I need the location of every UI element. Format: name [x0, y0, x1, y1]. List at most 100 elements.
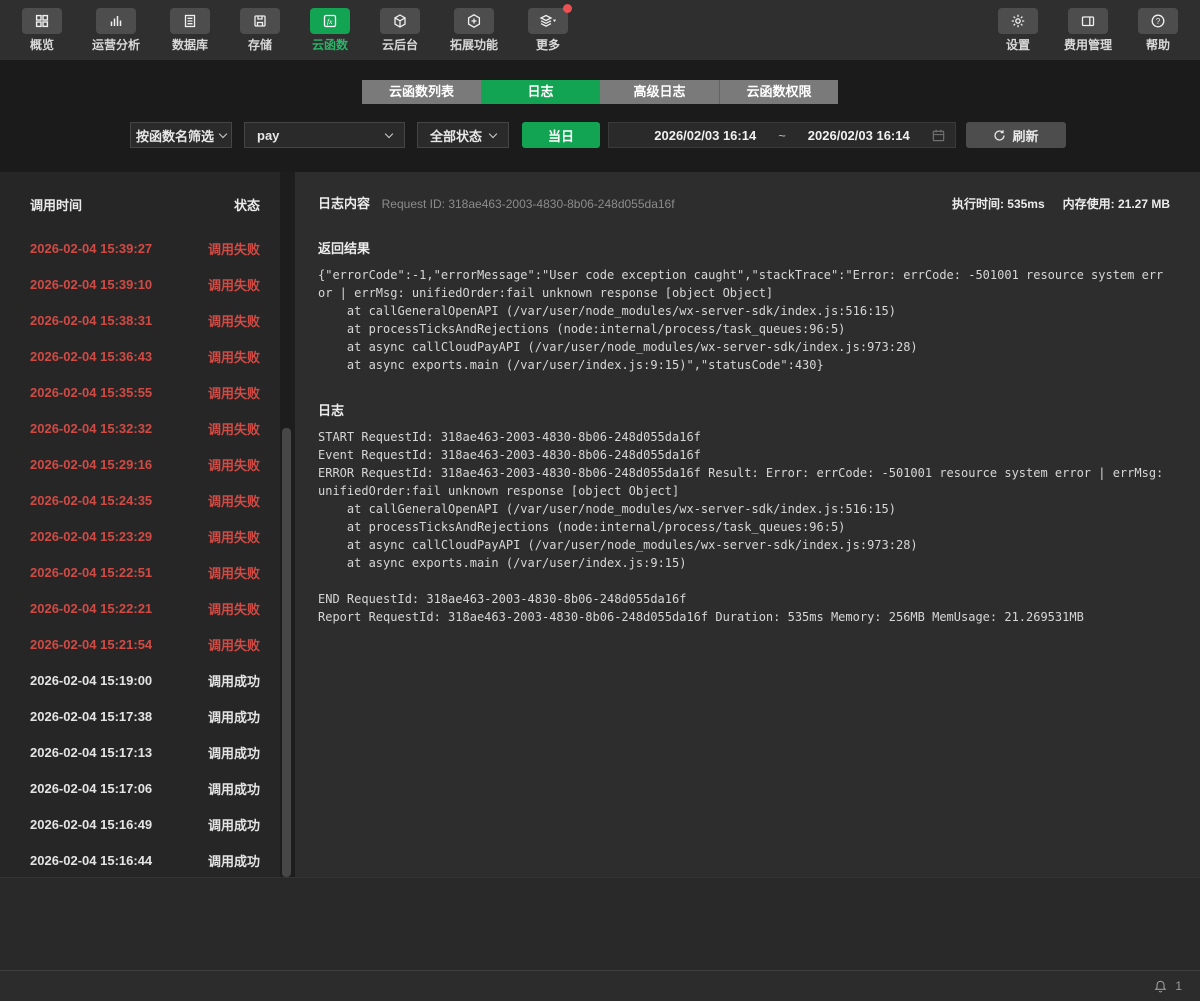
notification-count: 1 [1175, 979, 1182, 993]
bottom-strip [0, 877, 1200, 970]
memory-usage: 内存使用: 21.27 MB [1062, 197, 1170, 211]
call-log-row[interactable]: 2026-02-04 15:24:35 调用失败 [0, 482, 280, 518]
call-log-row[interactable]: 2026-02-04 15:39:27 调用失败 [0, 230, 280, 266]
call-log-row[interactable]: 2026-02-04 15:23:29 调用失败 [0, 518, 280, 554]
nav-item-analysis[interactable]: 运营分析 [92, 8, 140, 52]
nav-label: 存储 [248, 38, 273, 52]
call-time: 2026-02-04 15:16:44 [30, 852, 153, 868]
nav-item-overview[interactable]: 概览 [22, 8, 62, 52]
nav-item-settings[interactable]: 设置 [997, 8, 1038, 52]
chevron-down-icon [488, 129, 498, 138]
call-time: 2026-02-04 15:24:35 [30, 492, 153, 508]
log-section: 日志 START RequestId: 318ae463-2003-4830-8… [318, 400, 1170, 626]
top-nav-right: 设置 费用管理 ? 帮助 [997, 8, 1178, 52]
call-log-row[interactable]: 2026-02-04 15:32:32 调用失败 [0, 410, 280, 446]
nav-label: 费用管理 [1063, 38, 1112, 52]
cube-icon [380, 8, 421, 34]
call-log-row[interactable]: 2026-02-04 15:36:43 调用失败 [0, 338, 280, 374]
nav-item-storage[interactable]: 存储 [240, 8, 281, 52]
svg-text:fx: fx [327, 17, 333, 26]
call-list: 2026-02-04 15:39:27 调用失败 2026-02-04 15:39:… [0, 230, 280, 877]
call-log-row[interactable]: 2026-02-04 15:39:10 调用失败 [0, 266, 280, 302]
filter-type-dropdown[interactable]: 按函数名筛选 [130, 122, 232, 148]
call-status: 调用失败 [207, 637, 260, 653]
call-log-row[interactable]: 2026-02-04 15:16:44 调用成功 [0, 842, 280, 877]
nav-item-help[interactable]: ? 帮助 [1138, 8, 1178, 52]
chevron-down-icon [218, 129, 228, 138]
call-log-row[interactable]: 2026-02-04 15:29:16 调用失败 [0, 446, 280, 482]
call-list-header: 调用时间 状态 [0, 172, 280, 230]
refresh-icon [993, 129, 1006, 142]
call-status: 调用失败 [207, 601, 260, 617]
range-separator: ~ [778, 127, 786, 143]
call-log-row[interactable]: 2026-02-04 15:22:21 调用失败 [0, 590, 280, 626]
date-from-value: 2026/02/03 16:14 [654, 127, 757, 143]
call-time: 2026-02-04 15:36:43 [30, 348, 153, 364]
notification-dot [563, 4, 573, 13]
layers-icon [528, 4, 573, 34]
call-time: 2026-02-04 15:22:51 [30, 564, 153, 580]
column-status: 状态 [233, 197, 260, 213]
call-log-row[interactable]: 2026-02-04 15:16:49 调用成功 [0, 806, 280, 842]
fx-icon: fx [310, 8, 351, 34]
top-nav-bar: 概览 运营分析 数据库 存储 fx 云函数 云后台 拓展功能 更多 设置 费用管理 ? 帮助 [0, 0, 1200, 60]
date-range-picker[interactable]: 2026/02/03 16:14 ~ 2026/02/03 16:14 [608, 122, 956, 148]
cloud-console-window: 概览 运营分析 数据库 存储 fx 云函数 云后台 拓展功能 更多 设置 费用管理 ? 帮助 云函数列… [0, 0, 1200, 1001]
call-log-row[interactable]: 2026-02-04 15:35:55 调用失败 [0, 374, 280, 410]
call-time: 2026-02-04 15:32:32 [30, 420, 153, 436]
call-time: 2026-02-04 15:29:16 [30, 456, 153, 472]
refresh-button[interactable]: 刷新 [966, 122, 1066, 148]
grid-icon [22, 8, 62, 34]
call-log-row[interactable]: 2026-02-04 15:19:00 调用成功 [0, 662, 280, 698]
call-status: 调用失败 [207, 277, 260, 293]
call-time: 2026-02-04 15:16:49 [30, 816, 153, 832]
nav-item-billing[interactable]: 费用管理 [1064, 8, 1112, 52]
function-name-dropdown[interactable]: pay [244, 122, 405, 148]
return-result-section: 返回结果 {"errorCode":-1,"errorMessage":"Use… [318, 238, 1170, 374]
nav-item-more[interactable]: 更多 [528, 4, 573, 52]
nav-item-database[interactable]: 数据库 [170, 8, 211, 52]
call-status: 调用失败 [207, 529, 260, 545]
call-time: 2026-02-04 15:35:55 [30, 384, 153, 400]
log-metrics: 执行时间: 535ms 内存使用: 21.27 MB [952, 195, 1170, 212]
gear-icon [997, 8, 1038, 34]
log-text: START RequestId: 318ae463-2003-4830-8b06… [318, 430, 1164, 624]
nav-label: 更多 [536, 38, 561, 52]
call-log-row[interactable]: 2026-02-04 15:17:38 调用成功 [0, 698, 280, 734]
log-tabs: 云函数列表 日志 高级日志 云函数权限 [362, 80, 838, 104]
nav-item-cloud-function[interactable]: fx 云函数 [310, 8, 351, 52]
call-log-row[interactable]: 2026-02-04 15:17:06 调用成功 [0, 770, 280, 806]
hexagon-plus-icon [454, 8, 495, 34]
nav-item-cloud-backend[interactable]: 云后台 [380, 8, 421, 52]
tab[interactable]: 云函数权限 [719, 80, 838, 104]
status-filter-dropdown[interactable]: 全部状态 [417, 122, 509, 148]
tab[interactable]: 高级日志 [600, 80, 719, 104]
list-scrollbar-thumb[interactable] [282, 428, 291, 877]
list-scrollbar-track[interactable] [280, 172, 295, 877]
nav-label: 拓展功能 [450, 38, 499, 52]
call-log-row[interactable]: 2026-02-04 15:38:31 调用失败 [0, 302, 280, 338]
nav-item-extensions[interactable]: 拓展功能 [450, 8, 498, 52]
log-title-group: 日志内容 Request ID: 318ae463-2003-4830-8b06… [318, 193, 675, 212]
call-log-row[interactable]: 2026-02-04 15:17:13 调用成功 [0, 734, 280, 770]
request-id: Request ID: 318ae463-2003-4830-8b06-248d… [381, 197, 675, 211]
tab[interactable]: 云函数列表 [362, 80, 481, 104]
call-status: 调用成功 [207, 709, 260, 725]
status-filter-value: 全部状态 [430, 128, 483, 144]
call-log-row[interactable]: 2026-02-04 15:21:54 调用失败 [0, 626, 280, 662]
call-status: 调用失败 [207, 565, 260, 581]
call-time: 2026-02-04 15:19:00 [30, 672, 153, 688]
call-status: 调用失败 [207, 385, 260, 401]
chevron-down-icon [384, 129, 394, 138]
today-button[interactable]: 当日 [522, 122, 600, 148]
call-status: 调用成功 [207, 853, 260, 869]
call-status: 调用失败 [207, 421, 260, 437]
bell-icon[interactable] [1153, 979, 1168, 994]
tab[interactable]: 日志 [481, 80, 600, 104]
call-time: 2026-02-04 15:22:21 [30, 600, 153, 616]
help-icon: ? [1138, 8, 1178, 34]
call-log-row[interactable]: 2026-02-04 15:22:51 调用失败 [0, 554, 280, 590]
call-status: 调用成功 [207, 673, 260, 689]
refresh-label: 刷新 [1012, 128, 1039, 144]
nav-label: 云后台 [382, 38, 419, 52]
